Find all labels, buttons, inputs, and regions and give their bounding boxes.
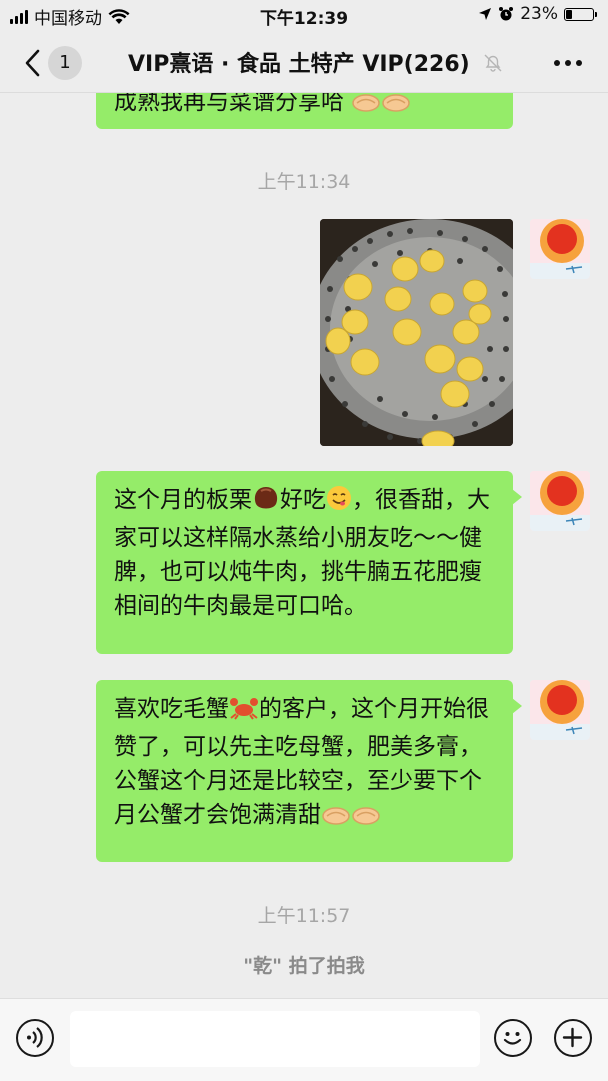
chestnut-photo[interactable]: [320, 219, 513, 446]
steamed-chestnuts-image: [320, 219, 513, 446]
chestnut-emoji-icon: [252, 485, 280, 521]
sun-avatar-image: [530, 471, 590, 531]
voice-wave-icon: [27, 1027, 43, 1048]
battery-icon: [564, 7, 597, 21]
battery-percent: 23%: [520, 4, 558, 24]
status-bar: 中国移动 下午12:39 23%: [0, 0, 608, 32]
plus-icon: [562, 1027, 583, 1048]
yum-face-emoji-icon: [326, 485, 352, 521]
message-text: 成熟我再与菜谱分享哈: [114, 89, 344, 115]
emoji-button[interactable]: [494, 1019, 532, 1057]
handshake-emoji-icon: [381, 89, 411, 123]
chat-timestamp: 上午11:34: [257, 171, 351, 193]
my-avatar[interactable]: [530, 680, 590, 740]
alarm-clock-icon: [499, 7, 514, 21]
message-text: 这个月的板栗: [114, 487, 252, 513]
unread-count-badge[interactable]: 1: [48, 46, 82, 80]
message-input[interactable]: [70, 1011, 480, 1067]
my-avatar[interactable]: [530, 471, 590, 531]
location-arrow-icon: [479, 8, 492, 20]
handshake-emoji-icon: [351, 802, 381, 836]
voice-input-button[interactable]: [16, 1019, 54, 1057]
handshake-emoji-icon: [321, 802, 351, 836]
chat-title[interactable]: VIP熹语 · 食品 土特产 VIP(226): [128, 46, 470, 78]
sun-avatar-image: [530, 680, 590, 740]
message-text: 喜欢吃毛蟹: [114, 696, 229, 722]
chat-timestamp: 上午11:57: [257, 905, 351, 927]
message-text: 好吃: [280, 487, 326, 513]
chat-bubble-chestnut[interactable]: 这个月的板栗 好吃 ，很香甜，大家可以这样隔水蒸给小朋友吃～～健脾，也可以炖牛肉，挑…: [96, 471, 522, 654]
more-options-button[interactable]: [554, 60, 582, 66]
crab-emoji-icon: [229, 696, 259, 730]
back-chevron-icon[interactable]: [20, 46, 48, 80]
pat-notification: "乾" 拍了拍我: [243, 955, 365, 977]
smiley-icon: [503, 1032, 522, 1045]
chat-input-bar: [0, 998, 608, 1081]
my-avatar[interactable]: [530, 219, 590, 279]
handshake-emoji-icon: [351, 89, 381, 123]
muted-bell-icon: [484, 54, 502, 72]
sun-avatar-image: [530, 219, 590, 279]
more-functions-button[interactable]: [554, 1019, 592, 1057]
chat-bubble-crab[interactable]: 喜欢吃毛蟹 的客户，这个月开始很赞了，可以先主吃母蟹，肥美多膏，公蟹这个月还是比较…: [96, 680, 522, 862]
